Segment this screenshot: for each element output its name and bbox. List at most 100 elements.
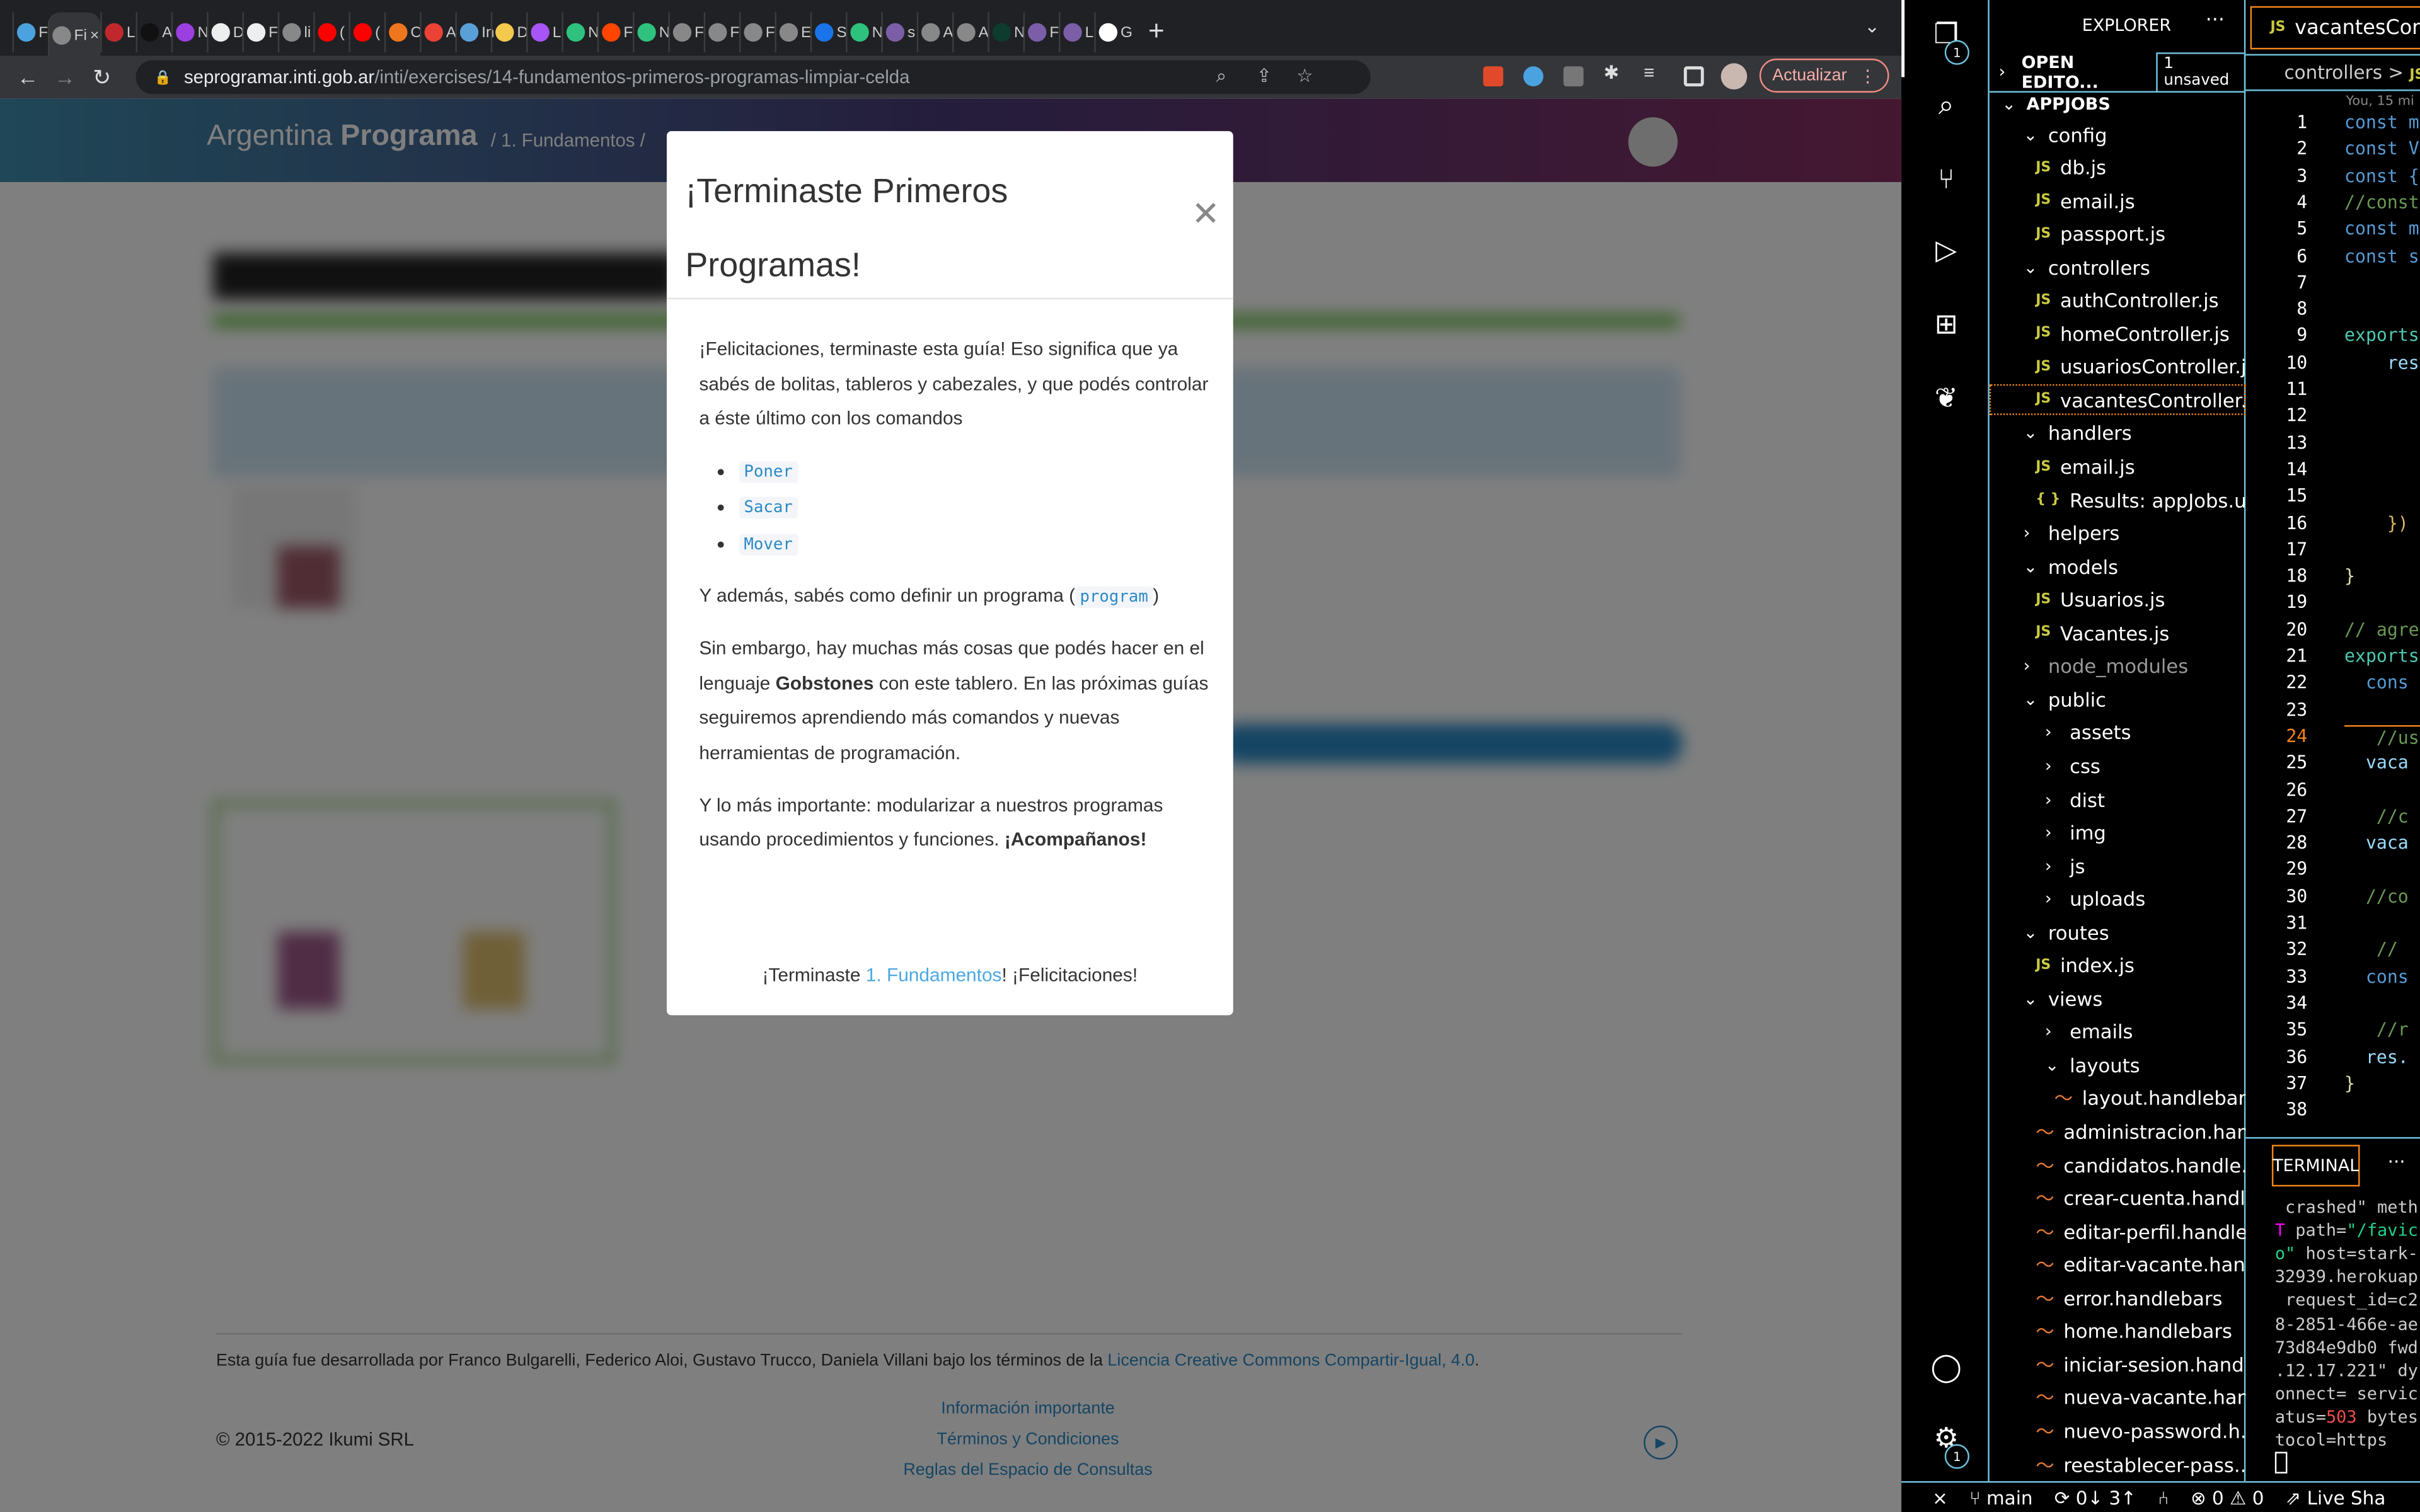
browser-tab[interactable]: D bbox=[207, 12, 245, 53]
tree-file[interactable]: 〜 home.handlebars bbox=[1990, 1315, 2246, 1346]
browser-tab[interactable]: L bbox=[1059, 12, 1094, 53]
close-icon[interactable]: ✕ bbox=[1192, 196, 1220, 234]
browser-tab[interactable]: F bbox=[703, 12, 739, 53]
bookmark-star-icon[interactable]: ☆ bbox=[1296, 65, 1313, 86]
tree-folder[interactable]: ⌄ models bbox=[1990, 551, 2246, 582]
git-branch[interactable]: ⑂ main bbox=[1969, 1487, 2032, 1508]
account-icon[interactable]: ◯ bbox=[1929, 1351, 1963, 1385]
tree-file[interactable]: 〜 layout.handlebars bbox=[1990, 1083, 2246, 1114]
extension-icon[interactable] bbox=[1483, 66, 1504, 87]
tree-file[interactable]: 〜 editar-vacante.han... bbox=[1990, 1249, 2245, 1280]
tree-file[interactable]: 〜 administracion.han... bbox=[1990, 1116, 2245, 1147]
browser-tab[interactable]: ( bbox=[313, 12, 349, 53]
live-share[interactable]: ⇗ Live Sha bbox=[2286, 1487, 2386, 1508]
tree-file[interactable]: JS email.js bbox=[1990, 451, 2246, 482]
tree-folder[interactable]: › dist bbox=[1990, 784, 2246, 815]
tree-folder[interactable]: › helpers bbox=[1990, 518, 2246, 549]
browser-tab[interactable]: G bbox=[1094, 12, 1132, 53]
back-button[interactable]: ← bbox=[9, 65, 47, 89]
browser-tab[interactable]: F bbox=[668, 12, 704, 53]
forward-button[interactable]: → bbox=[46, 65, 83, 89]
browser-tab[interactable]: F bbox=[242, 12, 278, 53]
tree-folder[interactable]: › css bbox=[1990, 750, 2246, 781]
browser-tab[interactable]: A bbox=[420, 12, 456, 53]
browser-tab[interactable]: A bbox=[135, 12, 172, 53]
workspace-root[interactable]: ⌄ APPJOBS bbox=[1990, 88, 2246, 119]
tree-file[interactable]: 〜 crear-cuenta.handl... bbox=[1990, 1183, 2245, 1213]
extensions-icon[interactable]: ⊞ bbox=[1929, 309, 1963, 343]
tree-folder[interactable]: › emails bbox=[1990, 1017, 2246, 1048]
terminal-tab[interactable]: TERMINAL bbox=[2271, 1145, 2360, 1187]
tree-folder[interactable]: › js bbox=[1990, 850, 2246, 881]
zoom-icon[interactable]: ⌕ bbox=[1216, 65, 1226, 88]
share-icon[interactable]: ⇪ bbox=[1256, 65, 1272, 86]
browser-tab[interactable]: F bbox=[1023, 12, 1059, 53]
tree-folder[interactable]: ⌄ views bbox=[1990, 983, 2246, 1014]
browser-tab[interactable]: Fi × bbox=[47, 12, 101, 59]
source-control-icon[interactable]: ⑂ bbox=[1929, 164, 1963, 198]
browser-tab[interactable]: F bbox=[597, 12, 633, 53]
tab-search-icon[interactable]: ⌄ bbox=[1864, 15, 1880, 37]
extension-icon[interactable] bbox=[1523, 66, 1543, 87]
tree-file[interactable]: JS Vacantes.js bbox=[1990, 617, 2246, 648]
browser-tab[interactable]: N bbox=[633, 12, 670, 53]
tree-file[interactable]: JS vacantesController.js bbox=[1989, 384, 2246, 416]
browser-tab[interactable]: L bbox=[100, 12, 135, 53]
editor-tab-active[interactable]: JS vacantesCont bbox=[2250, 6, 2420, 50]
tree-file[interactable]: { } Results: appJobs.u... bbox=[1990, 484, 2245, 515]
browser-tab[interactable]: E bbox=[775, 12, 811, 53]
tree-file[interactable]: JS index.js bbox=[1990, 950, 2246, 981]
browser-tab[interactable]: F bbox=[739, 12, 775, 53]
tree-file[interactable]: 〜 editar-perfil.handle... bbox=[1990, 1216, 2245, 1247]
tree-folder[interactable]: › uploads bbox=[1990, 883, 2246, 914]
side-panel-icon[interactable] bbox=[1683, 66, 1704, 87]
open-editors-section[interactable]: › OPEN EDITO... 1 unsaved bbox=[1989, 52, 2246, 93]
guide-link[interactable]: 1. Fundamentos bbox=[866, 965, 1002, 986]
git-graph-icon[interactable]: ⑃ bbox=[2158, 1487, 2169, 1508]
tree-folder[interactable]: ⌄ layouts bbox=[1990, 1050, 2246, 1080]
reload-button[interactable]: ↻ bbox=[83, 64, 120, 91]
tree-folder[interactable]: › assets bbox=[1990, 718, 2246, 748]
extension-icon[interactable] bbox=[1563, 66, 1584, 87]
tree-file[interactable]: JS db.js bbox=[1990, 152, 2246, 183]
profile-avatar[interactable] bbox=[1720, 63, 1748, 90]
tree-folder[interactable]: ⌄ public bbox=[1990, 684, 2246, 715]
tree-file[interactable]: 〜 error.handlebars bbox=[1990, 1283, 2246, 1314]
update-button[interactable]: Actualizar ⋮ bbox=[1759, 59, 1889, 93]
tree-folder[interactable]: › node_modules bbox=[1990, 651, 2246, 682]
close-tab-icon[interactable]: × bbox=[90, 27, 99, 44]
tree-file[interactable]: 〜 candidatos.handle... bbox=[1990, 1150, 2245, 1181]
sync-status[interactable]: ⟳ 0↓ 3↑ bbox=[2054, 1487, 2136, 1508]
tree-file[interactable]: 〜 nuevo-password.h... bbox=[1990, 1416, 2245, 1446]
browser-tab[interactable]: N bbox=[562, 12, 599, 53]
tree-folder[interactable]: ⌄ handlers bbox=[1990, 418, 2246, 449]
browser-tab[interactable]: F bbox=[12, 12, 48, 53]
run-debug-icon[interactable]: ▷ bbox=[1929, 234, 1963, 268]
address-bar[interactable]: 🔒 seprogramar.inti.gob.ar/inti/exercises… bbox=[135, 60, 1371, 94]
tree-file[interactable]: 〜 iniciar-sesion.hand... bbox=[1990, 1349, 2245, 1380]
panel-more-icon[interactable]: ··· bbox=[2388, 1151, 2406, 1172]
tree-file[interactable]: JS passport.js bbox=[1990, 219, 2246, 249]
new-tab-button[interactable]: + bbox=[1148, 14, 1165, 47]
tree-folder[interactable]: › img bbox=[1990, 817, 2246, 848]
browser-tab[interactable]: ( bbox=[349, 12, 384, 53]
browser-tab[interactable]: N bbox=[846, 12, 883, 53]
search-icon[interactable]: ⌕ bbox=[1929, 89, 1963, 123]
tree-file[interactable]: JS homeController.js bbox=[1990, 318, 2246, 349]
browser-tab[interactable]: A bbox=[952, 12, 989, 53]
extensions-puzzle-icon[interactable]: ✱ bbox=[1604, 62, 1624, 83]
remote-icon[interactable]: ⨯ bbox=[1932, 1487, 1948, 1508]
tree-folder[interactable]: ⌄ routes bbox=[1990, 917, 2246, 948]
tree-file[interactable]: JS usuariosController.js bbox=[1990, 352, 2245, 382]
tree-file[interactable]: JS email.js bbox=[1990, 185, 2246, 216]
browser-tab[interactable]: N bbox=[171, 12, 209, 53]
tree-file[interactable]: 〜 nueva-vacante.han... bbox=[1990, 1382, 2245, 1413]
reading-list-icon[interactable]: ≡ bbox=[1644, 62, 1664, 83]
browser-tab[interactable]: S bbox=[810, 12, 847, 53]
browser-tab[interactable]: li bbox=[277, 12, 313, 53]
problems-status[interactable]: ⊗ 0 ⚠ 0 bbox=[2191, 1487, 2264, 1508]
mongodb-leaf-icon[interactable]: ❦ bbox=[1929, 382, 1963, 416]
tree-file[interactable]: JS authController.js bbox=[1990, 285, 2246, 316]
browser-tab[interactable]: L bbox=[526, 12, 562, 53]
browser-tab[interactable]: In bbox=[455, 12, 495, 53]
